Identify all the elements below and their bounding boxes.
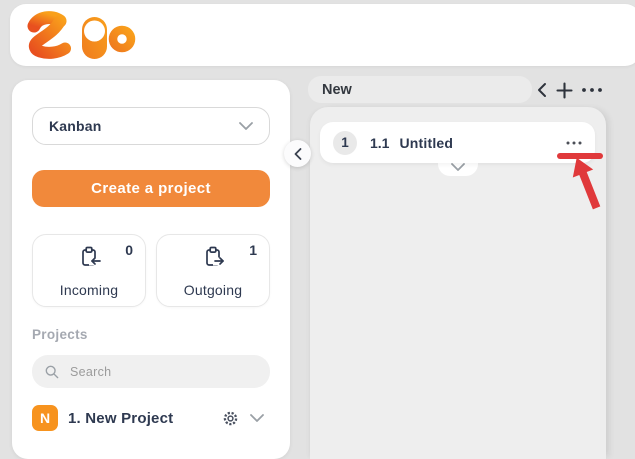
outgoing-card[interactable]: 1 Outgoing <box>156 234 270 307</box>
annotation-arrow-icon <box>560 153 608 213</box>
incoming-label: Incoming <box>33 282 145 298</box>
ellipsis-icon[interactable] <box>581 87 603 93</box>
chevron-down-icon <box>451 163 465 171</box>
task-code: 1.1 <box>370 135 389 151</box>
incoming-count: 0 <box>125 242 133 258</box>
clipboard-arrow-out-icon <box>200 244 226 270</box>
task-number-badge: 1 <box>333 131 357 155</box>
task-more-button[interactable] <box>566 141 582 145</box>
outgoing-count: 1 <box>249 242 257 258</box>
chevron-left-icon[interactable] <box>536 82 548 98</box>
outgoing-label: Outgoing <box>157 282 269 298</box>
task-expand-tab[interactable] <box>438 162 478 176</box>
gear-icon[interactable] <box>222 410 239 427</box>
task-title: Untitled <box>399 135 566 151</box>
chevron-down-icon <box>239 122 253 130</box>
top-header-bar <box>10 4 635 66</box>
task-card[interactable]: 1 1.1 Untitled <box>320 122 595 163</box>
search-input[interactable] <box>68 364 257 380</box>
column-toolbar <box>536 79 603 101</box>
create-project-button[interactable]: Create a project <box>32 170 270 207</box>
project-name: 1. New Project <box>68 410 222 427</box>
sidebar-collapse-button[interactable] <box>284 140 311 167</box>
column-title-field[interactable]: New <box>308 76 532 103</box>
stats-row: 0 Incoming 1 Out <box>32 234 270 307</box>
project-avatar: N <box>32 405 58 431</box>
search-icon <box>45 364 59 380</box>
view-selector-dropdown[interactable]: Kanban <box>32 107 270 145</box>
ellipsis-icon <box>566 141 582 145</box>
zio-logo-icon <box>10 4 150 66</box>
app-screen: Kanban Create a project 0 Incoming 1 <box>0 0 635 459</box>
plus-icon[interactable] <box>556 82 573 99</box>
search-bar <box>32 355 270 388</box>
chevron-left-icon <box>294 148 302 160</box>
chevron-down-icon[interactable] <box>250 414 264 422</box>
sidebar: Kanban Create a project 0 Incoming 1 <box>12 80 290 459</box>
project-list-item[interactable]: N 1. New Project <box>32 405 270 431</box>
view-selector-value: Kanban <box>49 118 102 134</box>
projects-section-label: Projects <box>32 327 270 342</box>
incoming-card[interactable]: 0 Incoming <box>32 234 146 307</box>
column-title-text: New <box>322 82 352 98</box>
clipboard-arrow-in-icon <box>76 244 102 270</box>
